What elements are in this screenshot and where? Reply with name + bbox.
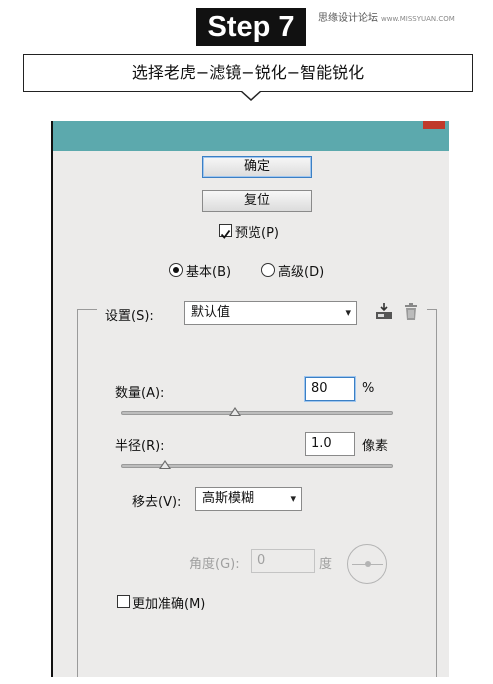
instruction-callout: 选择老虎−滤镜−锐化−智能锐化 bbox=[23, 54, 473, 92]
angle-dial-icon bbox=[347, 544, 387, 584]
angle-input: 0 bbox=[251, 549, 315, 573]
more-accurate-label[interactable]: 更加准确(M) bbox=[132, 593, 205, 612]
dialog-titlebar[interactable] bbox=[53, 121, 449, 151]
amount-label: 数量(A): bbox=[115, 386, 165, 401]
basic-radio-label[interactable]: 基本(B) bbox=[186, 261, 231, 280]
watermark-main: 思缘设计论坛 bbox=[318, 13, 378, 24]
watermark-url: www.MISSYUAN.COM bbox=[381, 15, 455, 23]
reset-button[interactable]: 复位 bbox=[202, 190, 312, 212]
amount-input[interactable]: 80 bbox=[305, 377, 355, 401]
angle-unit: 度 bbox=[319, 557, 333, 572]
basic-radio[interactable] bbox=[169, 263, 183, 277]
checkmark-icon bbox=[220, 229, 231, 239]
radius-slider-thumb[interactable] bbox=[158, 460, 171, 469]
remove-label: 移去(V): bbox=[132, 495, 182, 510]
settings-label: 设置(S): bbox=[105, 309, 154, 324]
preview-checkbox[interactable] bbox=[219, 224, 232, 239]
remove-select[interactable]: 高斯模糊 ▾ bbox=[195, 487, 302, 511]
radius-input[interactable]: 1.0 bbox=[305, 432, 355, 456]
angle-label: 角度(G): bbox=[189, 557, 240, 572]
close-button[interactable] bbox=[423, 121, 445, 129]
amount-slider-thumb[interactable] bbox=[229, 407, 242, 416]
advanced-radio[interactable] bbox=[261, 263, 275, 277]
step-badge: Step 7 bbox=[196, 8, 306, 46]
advanced-radio-label[interactable]: 高级(D) bbox=[278, 261, 324, 280]
smart-sharpen-dialog: 确定 复位 预览(P) 基本(B) 高级(D) 设置(S): 默认值 ▾ 数量(… bbox=[51, 121, 449, 677]
callout-tail-fill bbox=[241, 90, 261, 99]
settings-select-value: 默认值 bbox=[191, 305, 231, 320]
chevron-down-icon: ▾ bbox=[290, 492, 296, 505]
save-preset-icon[interactable] bbox=[374, 302, 394, 322]
more-accurate-checkbox[interactable] bbox=[117, 595, 130, 608]
ok-button[interactable]: 确定 bbox=[202, 156, 312, 178]
amount-slider-track[interactable] bbox=[121, 411, 393, 415]
chevron-down-icon: ▾ bbox=[345, 306, 351, 319]
preview-label[interactable]: 预览(P) bbox=[235, 222, 279, 241]
watermark: 思缘设计论坛 www.MISSYUAN.COM bbox=[318, 9, 455, 24]
radius-label: 半径(R): bbox=[115, 439, 165, 454]
settings-select[interactable]: 默认值 ▾ bbox=[184, 301, 357, 325]
radius-unit: 像素 bbox=[362, 439, 389, 454]
trash-icon[interactable] bbox=[403, 303, 419, 321]
amount-unit: % bbox=[362, 381, 375, 396]
radio-selected-dot bbox=[173, 267, 179, 273]
remove-select-value: 高斯模糊 bbox=[202, 491, 255, 506]
